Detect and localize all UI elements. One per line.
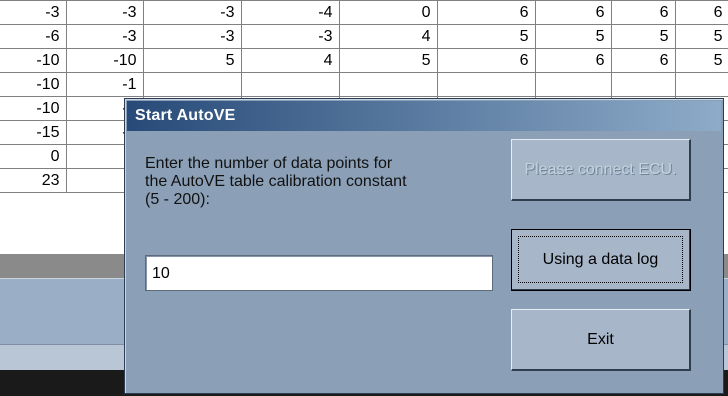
dialog-title: Start AutoVE — [135, 107, 236, 124]
table-cell[interactable]: 5 — [338, 48, 438, 73]
table-cell[interactable]: 6 — [534, 0, 612, 25]
table-cell[interactable] — [610, 72, 676, 97]
table-cell[interactable]: 4 — [240, 48, 340, 73]
table-cell[interactable]: -10 — [0, 72, 67, 97]
table-cell[interactable] — [338, 72, 438, 97]
table-cell[interactable]: 0 — [0, 144, 67, 169]
table-cell[interactable]: 5 — [674, 48, 728, 73]
exit-label: Exit — [587, 330, 614, 348]
table-cell[interactable] — [240, 72, 340, 97]
table-cell[interactable]: -3 — [240, 24, 340, 49]
table-cell[interactable]: -1 — [65, 72, 144, 97]
table-cell[interactable] — [436, 72, 536, 97]
table-cell[interactable]: -10 — [65, 48, 144, 73]
table-row: -6 -3 -3 -3 4 5 5 5 5 — [0, 24, 728, 49]
table-cell[interactable]: 23 — [0, 168, 67, 193]
table-row: -10 -10 5 4 5 6 6 6 5 — [0, 48, 728, 73]
table-cell[interactable]: 5 — [610, 24, 676, 49]
table-cell[interactable]: 5 — [142, 48, 242, 73]
table-cell[interactable]: 6 — [610, 48, 676, 73]
table-cell[interactable]: -10 — [0, 96, 67, 121]
table-cell[interactable]: 5 — [674, 24, 728, 49]
start-autove-dialog: Start AutoVE Enter the number of data po… — [124, 98, 724, 394]
dialog-titlebar[interactable]: Start AutoVE — [127, 101, 721, 131]
table-cell[interactable]: -6 — [0, 24, 67, 49]
table-cell[interactable]: 5 — [534, 24, 612, 49]
datapoints-input[interactable]: 10 — [145, 255, 493, 291]
table-cell[interactable]: 4 — [338, 24, 438, 49]
table-cell[interactable]: 6 — [436, 0, 536, 25]
table-cell[interactable]: -3 — [65, 24, 144, 49]
table-cell[interactable]: 6 — [674, 0, 728, 25]
table-cell[interactable]: 0 — [338, 0, 438, 25]
table-cell[interactable]: 6 — [436, 48, 536, 73]
focus-rectangle — [518, 236, 683, 283]
using-data-log-button[interactable]: Using a data log — [511, 229, 691, 291]
table-row: -3 -3 -3 -4 0 6 6 6 6 — [0, 0, 728, 25]
table-cell[interactable]: -4 — [240, 0, 340, 25]
please-connect-ecu-button: Please connect ECU. — [511, 139, 691, 201]
exit-button[interactable]: Exit — [511, 309, 691, 371]
table-cell[interactable]: -3 — [0, 0, 67, 25]
table-cell[interactable]: -3 — [142, 0, 242, 25]
table-cell[interactable]: 5 — [436, 24, 536, 49]
table-cell[interactable] — [534, 72, 612, 97]
table-cell[interactable]: 6 — [534, 48, 612, 73]
table-cell[interactable]: -15 — [0, 120, 67, 145]
datapoints-prompt: Enter the number of data points for the … — [145, 155, 407, 208]
table-cell[interactable]: 6 — [610, 0, 676, 25]
table-cell[interactable]: -3 — [142, 24, 242, 49]
table-row: -10 -1 — [0, 72, 728, 97]
table-cell[interactable]: -3 — [65, 0, 144, 25]
table-cell[interactable]: -10 — [0, 48, 67, 73]
table-cell[interactable] — [142, 72, 242, 97]
table-cell[interactable] — [674, 72, 728, 97]
